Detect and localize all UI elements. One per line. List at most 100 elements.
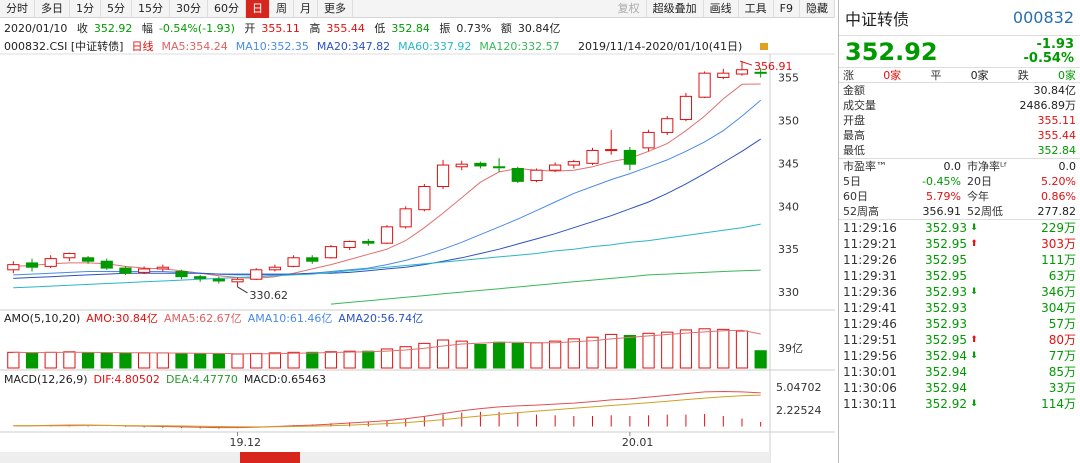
candle-body	[81, 257, 95, 262]
tool-button-4[interactable]: F9	[774, 0, 800, 18]
arrow-up-icon: ⬆	[970, 239, 978, 249]
arrow-down-icon: ⬇	[970, 351, 978, 361]
period-tab-0[interactable]: 分时	[0, 0, 35, 18]
candle-body	[623, 149, 636, 165]
period-toolbar: 分时 多日 1分 5分 15分 30分 60分日周月更多 复权 超级叠加 画线 工具 F9 隐藏	[0, 0, 835, 18]
info-low-label: 低	[374, 22, 386, 35]
amo-bar	[567, 338, 580, 369]
amo-bar	[642, 332, 655, 369]
info-date: 2020/01/10	[4, 22, 68, 35]
amo-bar	[735, 330, 749, 369]
updown-value-0: 0家	[883, 69, 902, 82]
candle-body	[175, 271, 188, 278]
candle-body	[474, 162, 487, 167]
valuation-list: 市盈率™ 0.0 市净率ᴸᶠ 0.0 5日 -0.45% 20日 5.20% 60日 5.79% 今…	[839, 159, 1080, 220]
amo-bar	[7, 351, 20, 369]
amo-bar	[100, 352, 113, 369]
macd-tick-1: 2.22524	[776, 404, 822, 417]
period-tab-4[interactable]: 15分	[132, 0, 170, 18]
tool-button-2[interactable]: 画线	[704, 0, 739, 18]
period-tab-3[interactable]: 5分	[101, 0, 132, 18]
ma-legend-1: 日线	[131, 39, 153, 53]
amo-bar	[362, 350, 375, 369]
candle-body	[194, 276, 207, 279]
candle-body	[250, 269, 263, 280]
stats-list: 金额 30.84亿 成交量 2486.89万 开盘 355.11 最高 355.44 最低 352…	[839, 83, 1080, 159]
tool-button-0[interactable]: 复权	[612, 0, 647, 18]
y-tick-2: 345	[778, 157, 799, 170]
stat-value: 355.44	[1037, 129, 1077, 142]
max-label: 356.91	[754, 60, 793, 73]
advance-decline: 涨 0家 平 0家 跌 0家	[839, 68, 1080, 83]
candle-body	[44, 258, 57, 267]
info-open: 355.11	[261, 22, 300, 35]
candle-body	[7, 264, 20, 271]
amo-bar	[623, 335, 636, 369]
index-name: 中证转债	[845, 9, 910, 29]
stat-label: 成交量	[843, 99, 876, 112]
candle-body	[717, 72, 730, 78]
tick-list[interactable]: 11:29:16 352.93 ⬇ 229万 11:29:21 352.95 ⬆ 303万 11…	[839, 220, 1080, 412]
tool-button-3[interactable]: 工具	[739, 0, 774, 18]
amo-bar	[44, 351, 57, 369]
period-tab-5[interactable]: 30分	[170, 0, 208, 18]
info-open-label: 开	[244, 22, 256, 35]
period-tab-1[interactable]: 多日	[35, 0, 70, 18]
y-tick-4: 335	[778, 243, 799, 256]
info-close-label: 收	[76, 22, 88, 35]
tool-button-1[interactable]: 超级叠加	[647, 0, 704, 18]
period-tab-6[interactable]: 60分	[208, 0, 246, 18]
stat-value: 2486.89万	[1019, 99, 1077, 112]
amo-bar	[324, 351, 338, 369]
bottom-tabs-strip	[0, 452, 770, 463]
period-tab-9[interactable]: 月	[294, 0, 318, 18]
candle-body	[324, 246, 338, 259]
updown-value-1: 0家	[970, 69, 989, 82]
quote-panel: 中证转债 000832 352.92 -1.93 -0.54% 涨 0家 平 0家 跌 0家…	[838, 0, 1080, 463]
last-price: 352.92	[845, 37, 938, 66]
min-label: 330.62	[250, 289, 289, 302]
macd-legend-2: DEA:4.47770	[166, 373, 238, 386]
candle-body	[100, 260, 113, 269]
price-block: 352.92 -1.93 -0.54%	[839, 36, 1080, 68]
candle-body	[567, 161, 580, 166]
kline-chart[interactable]: 000832.CSI [中证转债] 日线 MA5:354.24 MA10:352.35…	[0, 36, 835, 463]
period-tab-8[interactable]: 周	[270, 0, 294, 18]
candle-body	[25, 262, 39, 268]
period-tab-10[interactable]: 更多	[318, 0, 353, 18]
stat-label: 开盘	[843, 114, 865, 127]
date-range-label: 2019/11/14-2020/01/10(41日)	[578, 40, 742, 53]
updown-label-2: 跌	[1017, 69, 1029, 82]
stat-label: 最高	[843, 129, 865, 142]
amo-legend-4: AMA20:56.74亿	[338, 312, 423, 325]
amo-bar	[81, 352, 95, 369]
valuation-row: 5日 -0.45% 20日 5.20%	[843, 175, 1076, 188]
amo-bar	[492, 341, 506, 369]
tick-row: 11:29:56 352.94 ⬇ 77万	[843, 349, 1076, 363]
bottom-tab-active	[240, 452, 300, 463]
stat-row: 成交量 2486.89万	[839, 98, 1080, 113]
info-amt: 30.84亿	[517, 22, 561, 35]
macd-legend-0: MACD(12,26,9)	[4, 373, 88, 386]
tool-button-5[interactable]: 隐藏	[800, 0, 835, 18]
amo-bar	[343, 350, 356, 369]
info-range: -0.54%(-1.93)	[158, 22, 235, 35]
amo-bar	[586, 336, 599, 369]
tick-row: 11:29:16 352.93 ⬇ 229万	[843, 221, 1076, 235]
amo-bar	[268, 352, 282, 369]
index-code: 000832	[1012, 8, 1074, 27]
ma-legend-4: MA20:347.82	[317, 40, 390, 53]
valuation-row: 52周高 356.91 52周低 277.82	[843, 205, 1076, 218]
period-tab-2[interactable]: 1分	[70, 0, 101, 18]
amo-bar	[418, 342, 431, 369]
candle-body	[605, 149, 618, 152]
amo-bar	[661, 331, 674, 369]
candle-body	[231, 278, 244, 283]
candle-body	[436, 164, 450, 188]
tick-row: 11:29:36 352.93 ⬇ 346万	[843, 285, 1076, 299]
period-tab-7[interactable]: 日	[246, 0, 270, 18]
amo-bar	[25, 352, 39, 369]
tick-row: 11:29:26 352.95 111万	[843, 253, 1076, 267]
amo-bar	[231, 353, 244, 369]
valuation-row: 60日 5.79% 今年 0.86%	[843, 190, 1076, 203]
